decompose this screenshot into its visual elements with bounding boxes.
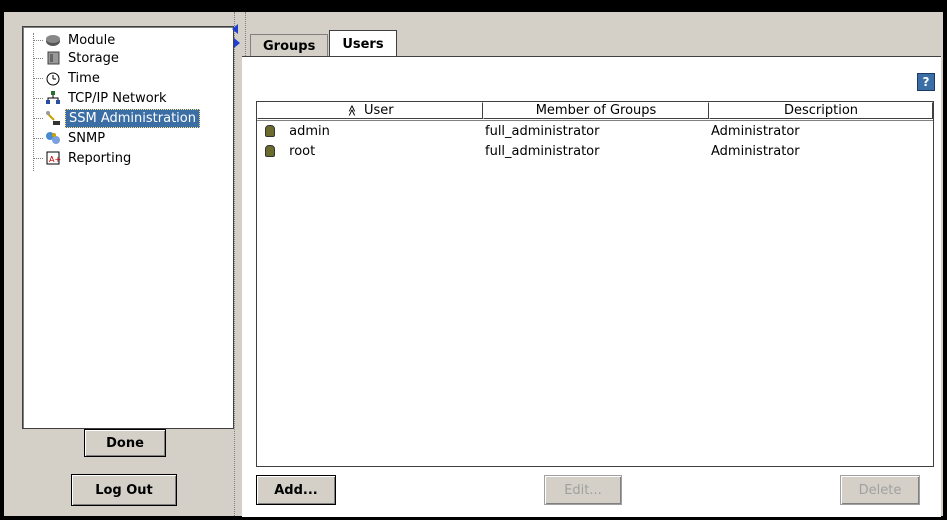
network-icon — [45, 90, 61, 106]
tree-item-reporting[interactable]: A+ Reporting — [23, 149, 134, 167]
column-header-description[interactable]: Description — [709, 102, 933, 119]
storage-icon — [45, 50, 61, 66]
clock-icon — [45, 70, 61, 86]
tree-item-module[interactable]: Module — [23, 31, 118, 49]
delete-button[interactable]: Delete — [840, 475, 920, 505]
add-button[interactable]: Add... — [256, 475, 336, 505]
users-panel: ? ≪ User Member of Groups Description ad… — [242, 56, 941, 517]
tree-item-label: SNMP — [68, 130, 106, 146]
tree-item-label: Module — [68, 32, 116, 48]
tree-item-snmp[interactable]: SNMP — [23, 129, 108, 147]
tree-item-tcpip-network[interactable]: TCP/IP Network — [23, 89, 170, 107]
tree-item-label: Time — [68, 70, 100, 86]
column-header-member-of-groups[interactable]: Member of Groups — [483, 102, 709, 119]
admin-icon — [45, 110, 61, 126]
tab-groups[interactable]: Groups — [250, 34, 329, 57]
user-name: root — [289, 143, 316, 159]
done-button[interactable]: Done — [84, 429, 166, 457]
tree-item-label: TCP/IP Network — [68, 90, 167, 106]
table-header: ≪ User Member of Groups Description — [257, 102, 933, 121]
column-header-user[interactable]: ≪ User — [257, 102, 483, 119]
collapse-left-icon[interactable] — [232, 24, 238, 34]
edit-button[interactable]: Edit... — [544, 475, 622, 505]
sort-ascending-icon: ≪ — [345, 104, 359, 117]
navigation-tree: Module Storage Time TCP/IP Network SSM A… — [22, 26, 234, 429]
user-icon — [265, 145, 275, 157]
users-table: ≪ User Member of Groups Description admi… — [256, 101, 934, 467]
user-name: admin — [289, 123, 330, 139]
app-window: Module Storage Time TCP/IP Network SSM A… — [4, 12, 943, 517]
log-out-button[interactable]: Log Out — [71, 474, 177, 506]
user-groups: full_administrator — [485, 123, 600, 139]
tree-item-ssm-administration[interactable]: SSM Administration — [23, 108, 200, 128]
user-description: Administrator — [711, 143, 800, 159]
user-icon — [265, 125, 275, 137]
snmp-icon — [45, 130, 61, 146]
svg-text:A+: A+ — [49, 155, 61, 164]
user-description: Administrator — [711, 123, 800, 139]
user-groups: full_administrator — [485, 143, 600, 159]
reporting-icon: A+ — [45, 150, 61, 166]
tab-users[interactable]: Users — [329, 30, 397, 57]
module-icon — [45, 32, 61, 48]
tree-item-label: SSM Administration — [65, 108, 200, 128]
table-row[interactable]: root full_administrator Administrator — [257, 141, 933, 161]
tree-item-label: Storage — [68, 50, 119, 66]
table-row[interactable]: admin full_administrator Administrator — [257, 121, 933, 141]
tree-item-time[interactable]: Time — [23, 69, 103, 87]
tree-item-storage[interactable]: Storage — [23, 49, 122, 67]
expand-right-icon[interactable] — [234, 38, 240, 48]
help-icon[interactable]: ? — [917, 73, 935, 91]
tab-bar: Groups Users — [250, 30, 398, 57]
tree-item-label: Reporting — [68, 150, 132, 166]
